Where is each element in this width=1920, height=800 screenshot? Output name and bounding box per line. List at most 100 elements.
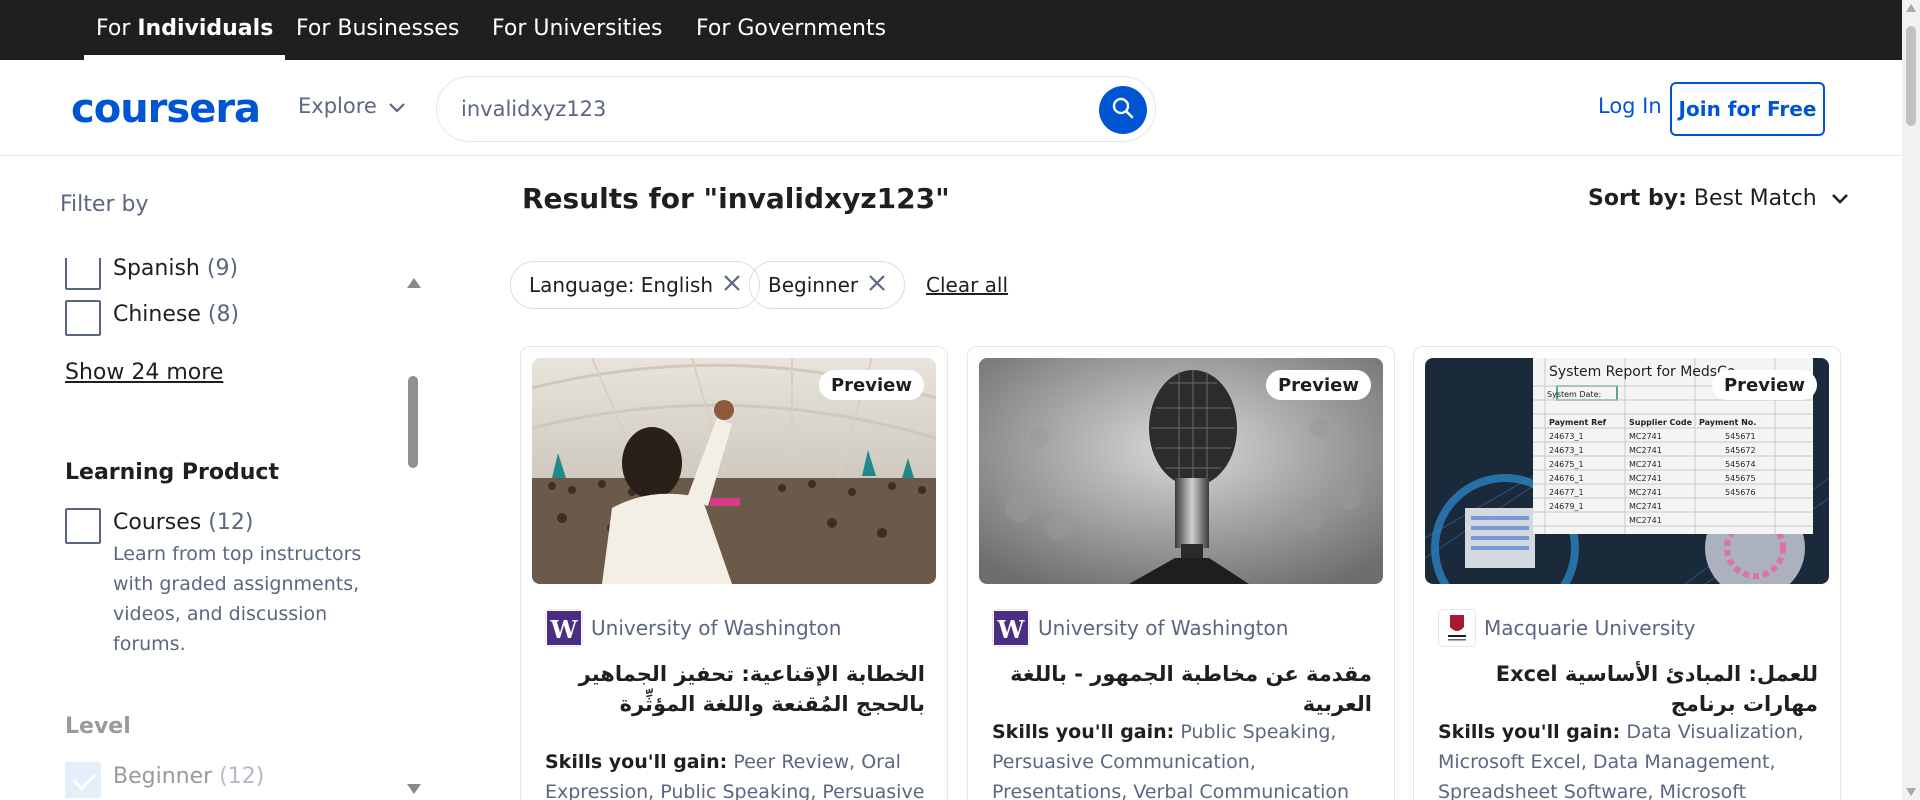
filter-sidebar: Spanish (9) Chinese (8) Show 24 more Lea…	[60, 258, 428, 800]
filter-count: (9)	[206, 258, 239, 281]
search-input[interactable]	[461, 89, 1041, 129]
sidebar-scrollbar-thumb[interactable]	[408, 376, 418, 468]
course-image-excel[interactable]: System Report for MedsCo System Date: Pa…	[1425, 358, 1829, 584]
audience-bar: For Individuals For Businesses For Unive…	[0, 0, 1920, 60]
excel-cell: 545674	[1725, 460, 1756, 469]
chevron-down-icon	[389, 94, 405, 118]
excel-cell: 24676_1	[1549, 474, 1584, 483]
filter-option-chinese[interactable]: Chinese (8)	[65, 300, 239, 336]
join-for-free-button[interactable]: Join for Free	[1670, 82, 1825, 136]
sidebar-scrollbar[interactable]	[406, 272, 421, 800]
course-title[interactable]: الخطابة الإقناعية: تحفيز الجماهير بالحجج…	[545, 659, 925, 719]
results-title: Results for "invalidxyz123"	[522, 182, 950, 215]
filter-label: Spanish	[113, 258, 200, 281]
excel-cell: 24673_1	[1549, 432, 1584, 441]
checkbox-checked[interactable]	[65, 762, 101, 798]
skills-label: Skills you'll gain:	[545, 751, 728, 773]
chip-label: Language: English	[529, 273, 714, 297]
page-scrollbar[interactable]	[1902, 0, 1920, 800]
filter-count: (12)	[219, 764, 265, 789]
filter-chip-language[interactable]: Language: English	[510, 261, 761, 309]
partner-info: Macquarie University	[1438, 609, 1695, 647]
sort-value: Best Match	[1693, 186, 1817, 211]
filter-count: (8)	[207, 302, 240, 327]
partner-name: University of Washington	[591, 616, 842, 640]
skills-label: Skills you'll gain:	[1438, 721, 1621, 743]
filter-by-heading: Filter by	[60, 192, 149, 217]
excel-cell: MC2741	[1629, 460, 1662, 469]
excel-cell: MC2741	[1629, 474, 1662, 483]
tab-for-universities[interactable]: For Universities	[480, 0, 674, 60]
excel-cell: 545671	[1725, 432, 1756, 441]
course-image-persuasive-speaking[interactable]: Preview	[532, 358, 936, 584]
skills-label: Skills you'll gain:	[992, 721, 1175, 743]
course-card[interactable]: System Report for MedsCo System Date: Pa…	[1413, 346, 1841, 800]
uw-logo-icon: W	[992, 609, 1030, 647]
sort-label: Sort by:	[1588, 186, 1687, 211]
level-heading: Level	[65, 714, 131, 739]
excel-col-header: Supplier Code	[1629, 418, 1693, 427]
excel-system-date: System Date:	[1547, 390, 1601, 399]
scroll-up-arrow-icon[interactable]	[407, 278, 421, 288]
course-title[interactable]: للعمل: المبادئ الأساسية Excel مهارات برن…	[1438, 659, 1818, 719]
scroll-down-arrow-icon[interactable]	[407, 784, 421, 794]
preview-badge: Preview	[1265, 370, 1371, 400]
excel-cell: 545672	[1725, 446, 1756, 455]
preview-badge: Preview	[1711, 370, 1817, 400]
course-skills: Skills you'll gain: Data Visualization, …	[1438, 717, 1828, 800]
search-button[interactable]	[1099, 86, 1147, 134]
explore-label: Explore	[298, 94, 377, 118]
clear-all-link[interactable]: Clear all	[926, 273, 1008, 297]
search-icon	[1111, 96, 1135, 124]
excel-cell: MC2741	[1629, 446, 1662, 455]
login-link[interactable]: Log In	[1598, 94, 1662, 118]
explore-menu[interactable]: Explore	[298, 94, 405, 118]
filter-description: Learn from top instructors with graded a…	[113, 543, 362, 655]
excel-cell: 24677_1	[1549, 488, 1584, 497]
close-icon[interactable]	[723, 273, 741, 297]
svg-text:W: W	[997, 615, 1026, 644]
checkbox[interactable]	[65, 258, 101, 290]
tab-bold: Individuals	[137, 16, 274, 41]
preview-badge: Preview	[818, 370, 924, 400]
partner-info: W University of Washington	[992, 609, 1288, 647]
macquarie-logo-icon	[1438, 609, 1476, 647]
scroll-down-arrow-icon[interactable]	[1906, 788, 1916, 796]
course-card[interactable]: Preview W University of Washington الخطا…	[520, 346, 948, 800]
scrollbar-thumb[interactable]	[1906, 26, 1916, 126]
tab-for-businesses[interactable]: For Businesses	[284, 0, 471, 60]
course-image-public-speaking[interactable]: Preview	[979, 358, 1383, 584]
course-title[interactable]: مقدمة عن مخاطبة الجمهور - باللغة العربية	[992, 659, 1372, 719]
excel-cell: MC2741	[1629, 488, 1662, 497]
tab-prefix: For	[96, 16, 138, 41]
filter-option-beginner[interactable]: Beginner (12)	[65, 762, 264, 798]
partner-name: University of Washington	[1038, 616, 1289, 640]
checkbox[interactable]	[65, 300, 101, 336]
filter-option-courses[interactable]: Courses (12) Learn from top instructors …	[65, 508, 393, 659]
coursera-logo[interactable]: coursera	[71, 86, 261, 132]
search-bar	[436, 76, 1156, 142]
partner-info: W University of Washington	[545, 609, 841, 647]
scroll-up-arrow-icon[interactable]	[1906, 4, 1916, 12]
excel-cell: MC2741	[1629, 502, 1662, 511]
checkbox[interactable]	[65, 508, 101, 544]
excel-col-header: Payment No.	[1699, 418, 1756, 427]
tab-for-governments[interactable]: For Governments	[684, 0, 898, 60]
show-more-languages-link[interactable]: Show 24 more	[65, 360, 223, 385]
excel-cell: MC2741	[1629, 516, 1662, 525]
uw-logo-icon: W	[545, 609, 583, 647]
tab-for-individuals[interactable]: For Individuals	[84, 0, 286, 60]
sort-dropdown[interactable]: Sort by: Best Match	[1588, 186, 1849, 211]
course-card[interactable]: Preview W University of Washington مقدمة…	[967, 346, 1395, 800]
close-icon[interactable]	[868, 273, 886, 297]
course-skills: Skills you'll gain: Peer Review, Oral Ex…	[545, 747, 935, 800]
excel-cell: MC2741	[1629, 432, 1662, 441]
filter-chip-beginner[interactable]: Beginner	[749, 261, 906, 309]
course-skills: Skills you'll gain: Public Speaking, Per…	[992, 717, 1382, 800]
filter-label: Beginner	[113, 764, 213, 789]
site-header: coursera Explore Log In Join for Free	[0, 60, 1902, 156]
excel-cell: 24673_1	[1549, 446, 1584, 455]
excel-cell: 24679_1	[1549, 502, 1584, 511]
filter-option-spanish[interactable]: Spanish (9)	[65, 258, 238, 290]
filter-count: (12)	[208, 510, 254, 535]
